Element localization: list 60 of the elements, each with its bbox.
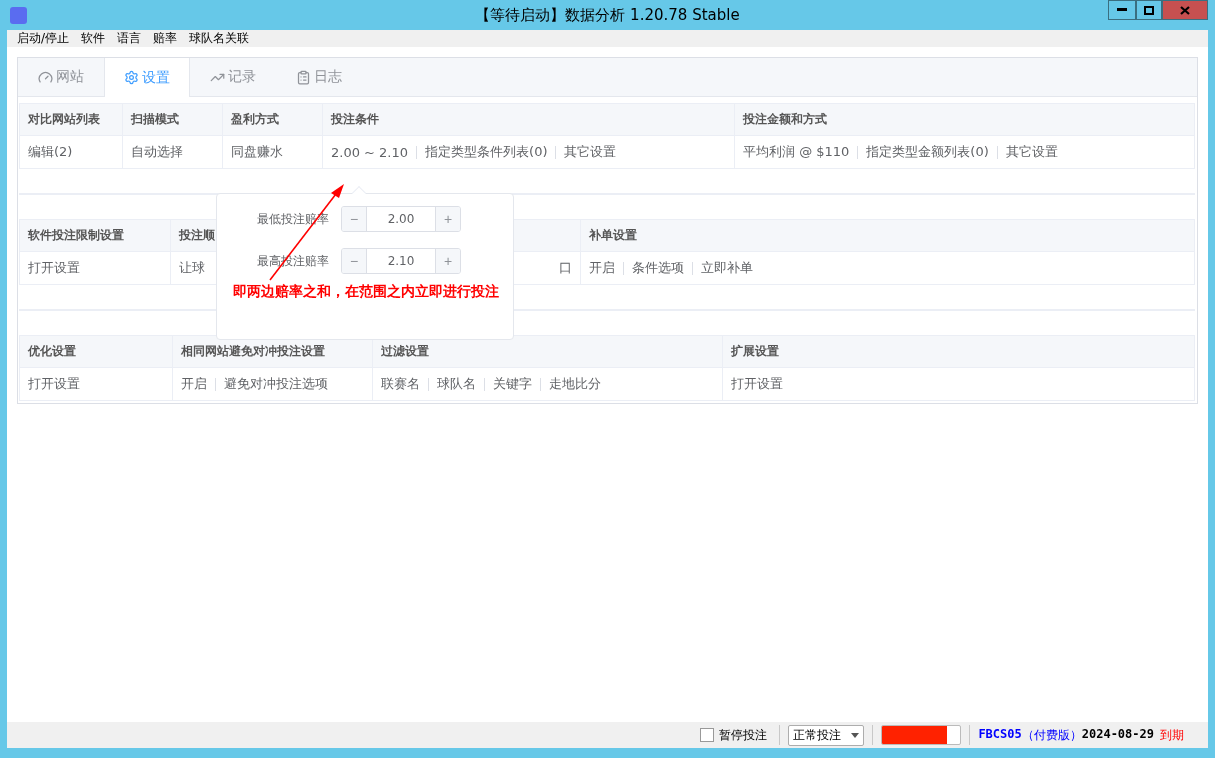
annotation-text: 即两边赔率之和，在范围之内立即进行投注 (233, 282, 500, 301)
setting-link[interactable]: 开启 (589, 259, 615, 277)
setting-link[interactable]: 打开设置 (731, 375, 783, 393)
minimize-icon (1117, 8, 1127, 12)
minimize-button[interactable] (1108, 0, 1136, 20)
mode-dropdown[interactable]: 正常投注 (788, 724, 865, 746)
window-title: 【等待启动】数据分析 1.20.78 Stable (474, 6, 741, 25)
close-button[interactable] (1162, 0, 1208, 20)
column-header: 扫描模式 (122, 104, 222, 136)
checkbox-label: 暂停投注 (719, 726, 768, 744)
setting-link[interactable]: 立即补单 (701, 259, 753, 277)
license-code: FBCS05 (978, 726, 1022, 743)
column-header: 过滤设置 (372, 336, 722, 368)
column-header: 相同网站避免对冲投注设置 (172, 336, 372, 368)
app-icon (10, 6, 27, 24)
menu-item[interactable]: 赔率 (153, 30, 185, 47)
gauge-icon (38, 69, 53, 85)
close-icon (1180, 5, 1190, 15)
setting-link[interactable]: 其它设置 (1005, 143, 1058, 161)
clipboard-icon (296, 69, 311, 85)
setting-link[interactable]: 打开设置 (28, 375, 80, 393)
setting-link[interactable]: 平均利润 @ $110 (743, 143, 850, 161)
setting-link[interactable]: 其它设置 (564, 143, 617, 161)
column-header: 扩展设置 (722, 336, 1194, 368)
column-header: 投注金额和方式 (734, 104, 1194, 136)
stepper-value: 2.10 (386, 253, 416, 270)
column-header: 优化设置 (20, 336, 172, 368)
maximize-button[interactable] (1136, 0, 1162, 20)
setting-link[interactable]: 自动选择 (131, 143, 183, 161)
column-header: 投注条件 (322, 104, 734, 136)
menu-item[interactable]: 语言 (117, 30, 149, 47)
menu-item[interactable]: 软件 (81, 30, 113, 47)
setting-link[interactable]: 2.00 ~ 2.10 (331, 144, 409, 160)
expiry-date: 2024-08-29 (1081, 726, 1154, 743)
setting-link[interactable]: 同盘赚水 (231, 143, 283, 161)
setting-link[interactable]: 编辑(2) (28, 143, 73, 161)
menu-item[interactable]: 启动/停止 (17, 30, 77, 47)
setting-link[interactable]: 指定类型金额列表(0) (866, 143, 989, 161)
checkbox[interactable] (700, 728, 715, 742)
license-edition: （付费版） (1021, 726, 1082, 744)
setting-link[interactable]: 条件选项 (632, 259, 684, 277)
column-header: 软件投注限制设置 (20, 220, 170, 252)
settings-icon (124, 70, 139, 85)
setting-link[interactable]: 让球 (179, 259, 205, 277)
setting-link[interactable]: 指定类型条件列表(0) (425, 143, 548, 161)
column-header: 盈利方式 (222, 104, 322, 136)
column-header: 对比网站列表 (20, 104, 122, 136)
setting-link[interactable]: 打开设置 (28, 259, 80, 277)
menu-item[interactable]: 球队名关联 (189, 30, 257, 47)
setting-link[interactable]: 开启 (181, 375, 207, 393)
setting-link[interactable]: 避免对冲投注选项 (224, 375, 328, 393)
caret-icon (851, 732, 860, 738)
setting-link[interactable]: 口 (559, 259, 572, 277)
column-header: 补单设置 (580, 220, 1194, 252)
setting-link[interactable]: 联赛名 (381, 375, 420, 393)
maximize-icon (1144, 5, 1154, 15)
setting-link[interactable]: 走地比分 (549, 375, 601, 393)
setting-link[interactable]: 关键字 (493, 375, 532, 393)
setting-link[interactable]: 球队名 (437, 375, 476, 393)
expiry-status: 到期 (1160, 726, 1184, 744)
